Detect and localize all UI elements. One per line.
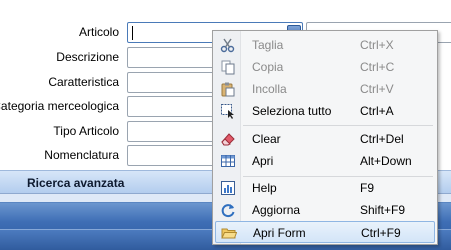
grid-icon	[220, 153, 236, 169]
label-tipo-articolo: Tipo Articolo	[53, 124, 119, 138]
menu-item-shortcut: F9	[360, 181, 375, 195]
menu-item-incolla[interactable]: Incolla Ctrl+V	[215, 78, 435, 100]
menu-item-shortcut: Ctrl+V	[360, 82, 394, 96]
folder-icon	[221, 225, 238, 241]
menu-item-shortcut: Alt+Down	[360, 154, 412, 168]
menu-item-aggiorna[interactable]: Aggiorna Shift+F9	[215, 199, 435, 221]
menu-separator	[243, 125, 433, 126]
menu-item-apri[interactable]: Apri Alt+Down	[215, 150, 435, 172]
advanced-search-label: Ricerca avanzata	[27, 176, 125, 190]
menu-item-label: Apri	[252, 154, 274, 168]
menu-item-apri-form[interactable]: Apri Form Ctrl+F9	[215, 221, 435, 243]
menu-item-seleziona-tutto[interactable]: Seleziona tutto Ctrl+A	[215, 100, 435, 122]
menu-item-shortcut: Ctrl+X	[360, 38, 394, 52]
text-caret	[132, 26, 133, 40]
label-articolo: Articolo	[78, 25, 119, 39]
menu-item-label: Help	[252, 181, 277, 195]
menu-item-shortcut: Ctrl+Del	[360, 132, 404, 146]
refresh-icon	[220, 202, 236, 218]
menu-item-label: Apri Form	[253, 226, 306, 240]
menu-item-label: Clear	[252, 132, 281, 146]
label-nomenclatura: Nomenclatura	[44, 148, 119, 162]
menu-item-label: Aggiorna	[252, 203, 301, 217]
menu-item-shortcut: Ctrl+C	[360, 60, 395, 74]
menu-item-help[interactable]: Help F9	[215, 177, 435, 199]
select-all-icon	[220, 103, 236, 119]
menu-item-copia[interactable]: Copia Ctrl+C	[215, 56, 435, 78]
menu-item-label: Taglia	[252, 38, 284, 52]
context-menu: Taglia Ctrl+X Copia Ctrl+C Incolla Ctrl+…	[212, 30, 438, 245]
menu-item-taglia[interactable]: Taglia Ctrl+X	[215, 34, 435, 56]
menu-item-label: Copia	[252, 60, 284, 74]
help-icon	[220, 180, 236, 196]
menu-item-shortcut: Ctrl+A	[360, 104, 394, 118]
menu-item-clear[interactable]: Clear Ctrl+Del	[215, 128, 435, 150]
menu-item-label: Incolla	[252, 82, 287, 96]
menu-item-label: Seleziona tutto	[252, 104, 332, 118]
menu-item-shortcut: Shift+F9	[360, 203, 406, 217]
paste-icon	[220, 81, 236, 97]
eraser-icon	[220, 131, 236, 147]
menu-item-shortcut: Ctrl+F9	[361, 226, 401, 240]
label-descrizione: Descrizione	[56, 50, 119, 64]
copy-icon	[220, 59, 236, 75]
label-categoria-merceologica: Categoria merceologica	[0, 99, 119, 113]
scissors-icon	[220, 37, 236, 53]
label-caratteristica: Caratteristica	[48, 75, 119, 89]
